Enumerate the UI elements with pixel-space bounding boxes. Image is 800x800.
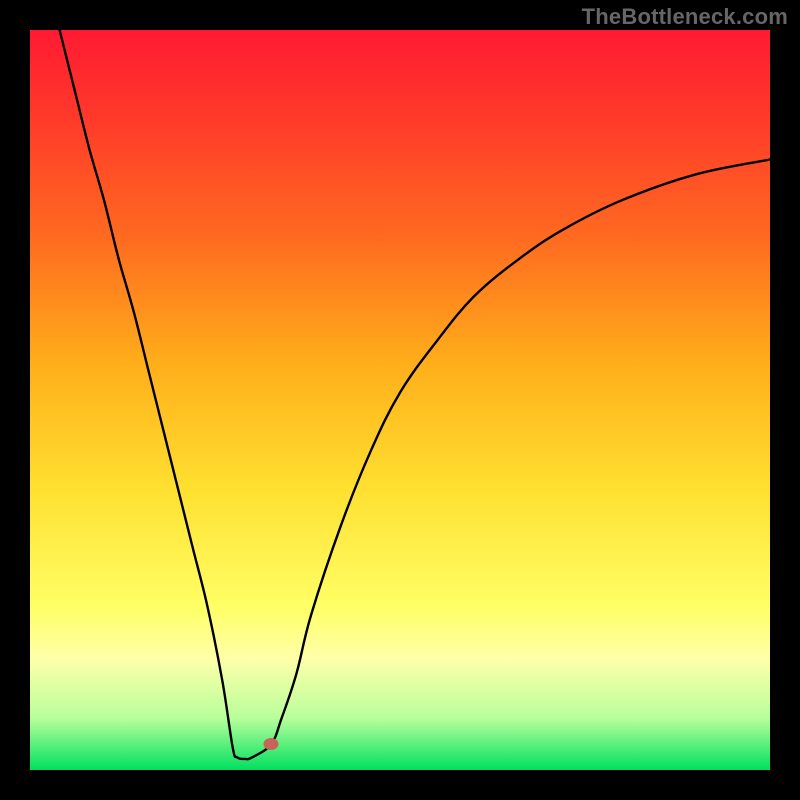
optimal-point-marker <box>264 738 279 750</box>
bottleneck-curve <box>30 30 770 770</box>
watermark-text: TheBottleneck.com <box>582 4 788 30</box>
chart-frame: TheBottleneck.com <box>0 0 800 800</box>
plot-area <box>30 30 770 770</box>
